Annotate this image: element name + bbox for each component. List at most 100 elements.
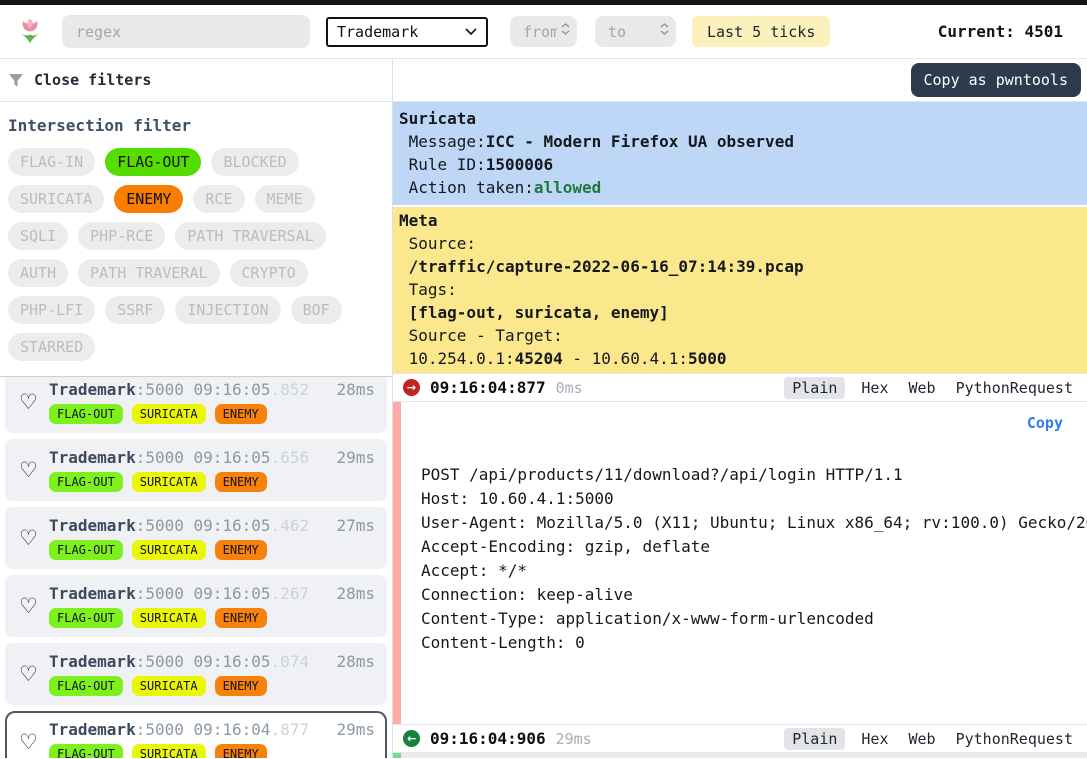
flow-service: Trademark xyxy=(49,584,136,603)
stepper-arrows-icon[interactable] xyxy=(561,23,570,35)
flow-duration: 29ms xyxy=(336,720,375,739)
copy-as-pwntools-button[interactable]: Copy as pwntools xyxy=(910,63,1081,97)
response-tab-plain[interactable]: Plain xyxy=(784,727,846,750)
filter-tag-php-lfi[interactable]: PHP-LFI xyxy=(8,296,96,324)
flow-tag-suricata: SURICATA xyxy=(131,744,206,758)
detail-panel: Copy as pwntools Suricata Message:ICC - … xyxy=(393,59,1087,758)
suricata-message: ICC - Modern Firefox UA observed xyxy=(485,132,794,151)
flow-port-time: :5000 09:16:05 xyxy=(135,516,271,535)
response-body-edge xyxy=(393,753,1087,758)
favorite-heart-icon[interactable]: ♡ xyxy=(19,662,49,686)
filter-tag-flag-out[interactable]: FLAG-OUT xyxy=(105,148,202,176)
flow-item[interactable]: ♡ Trademark:5000 09:16:05.074 28ms FLAG-OUT… xyxy=(5,643,387,705)
flow-tag-flag-out: FLAG-OUT xyxy=(49,472,123,492)
flow-port-time: :5000 09:16:04 xyxy=(135,720,271,739)
suricata-rule-row: Rule ID:1500006 xyxy=(399,155,554,174)
flow-time-fraction: .074 xyxy=(270,652,310,671)
flow-service: Trademark xyxy=(49,652,136,671)
intersection-filter-panel: Intersection filter FLAG-IN FLAG-OUT BLOCK… xyxy=(0,102,392,377)
flow-item[interactable]: ♡ Trademark:5000 09:16:05.852 28ms FLAG-OUT… xyxy=(5,377,387,433)
flow-port-time: :5000 09:16:05 xyxy=(135,448,271,467)
flow-item[interactable]: ♡ Trademark:5000 09:16:05.267 28ms FLAG-OUT… xyxy=(5,575,387,637)
filter-tag-bof[interactable]: BOF xyxy=(290,296,342,324)
flow-port-time: :5000 09:16:05 xyxy=(135,584,271,603)
flow-port-time: :5000 09:16:05 xyxy=(135,652,271,671)
service-select[interactable]: Trademark xyxy=(326,16,488,47)
filter-tag-auth[interactable]: AUTH xyxy=(8,259,69,287)
request-tab-hex[interactable]: Hex xyxy=(857,377,892,399)
favorite-heart-icon[interactable]: ♡ xyxy=(19,458,49,482)
filter-tag-injection[interactable]: INJECTION xyxy=(175,296,281,324)
tick-to-wrap xyxy=(595,16,676,47)
flow-tag-enemy: ENEMY xyxy=(214,608,267,628)
response-tab-pythonrequest[interactable]: PythonRequest xyxy=(952,728,1077,750)
flow-service: Trademark xyxy=(49,720,136,739)
request-body-panel: Copy POST /api/products/11/download?/api… xyxy=(393,402,1087,724)
flow-item[interactable]: ♡ Trademark:5000 09:16:05.462 27ms FLAG-OUT… xyxy=(5,507,387,569)
tick-from-wrap xyxy=(510,16,577,47)
service-select-value: Trademark xyxy=(337,22,419,41)
flow-tag-enemy: ENEMY xyxy=(214,676,267,696)
flow-duration: 27ms xyxy=(336,516,375,535)
flow-time-fraction: .852 xyxy=(270,380,310,399)
request-tab-web[interactable]: Web xyxy=(905,377,940,399)
filter-tag-path-traveral[interactable]: PATH TRAVERAL xyxy=(78,259,220,287)
response-time: 09:16:04:906 xyxy=(430,729,546,748)
favorite-heart-icon[interactable]: ♡ xyxy=(19,390,49,414)
detail-header: Copy as pwntools xyxy=(393,59,1087,102)
suricata-message-row: Message:ICC - Modern Firefox UA observed xyxy=(399,132,794,151)
filter-tag-crypto[interactable]: CRYPTO xyxy=(229,259,308,287)
filter-tag-path-traversal[interactable]: PATH TRAVERSAL xyxy=(175,222,326,250)
flow-port-time: :5000 09:16:05 xyxy=(135,380,271,399)
main-area: Close filters Intersection filter FLAG-I… xyxy=(0,59,1087,758)
flow-list: ♡ Trademark:5000 09:16:05.852 28ms FLAG-OUT… xyxy=(0,377,392,758)
flow-time-fraction: .267 xyxy=(270,584,310,603)
meta-tags-label: Tags: xyxy=(399,280,457,299)
flow-tag-row: FLAG-OUT SURICATA ENEMY xyxy=(49,404,375,424)
filter-tag-php-rce[interactable]: PHP-RCE xyxy=(78,222,166,250)
favorite-heart-icon[interactable]: ♡ xyxy=(19,526,49,550)
request-content: POST /api/products/11/download?/api/logi… xyxy=(421,465,1087,652)
filter-funnel-icon xyxy=(9,73,23,87)
filter-tag-meme[interactable]: MEME xyxy=(254,185,315,213)
favorite-heart-icon[interactable]: ♡ xyxy=(19,730,49,754)
response-tab-hex[interactable]: Hex xyxy=(857,728,892,750)
close-filters-label: Close filters xyxy=(34,71,152,89)
suricata-panel: Suricata Message:ICC - Modern Firefox UA… xyxy=(393,102,1087,205)
last-5-ticks-button[interactable]: Last 5 ticks xyxy=(692,16,831,47)
flow-tag-flag-out: FLAG-OUT xyxy=(49,676,123,696)
filter-tag-blocked[interactable]: BLOCKED xyxy=(211,148,299,176)
copy-link[interactable]: Copy xyxy=(1027,414,1063,432)
toolbar: Trademark Last 5 ticks Current: 4501 xyxy=(0,5,1087,59)
flow-tag-row: FLAG-OUT SURICATA ENEMY xyxy=(49,472,375,492)
flow-tag-row: FLAG-OUT SURICATA ENEMY xyxy=(49,676,375,696)
flow-time-fraction: .656 xyxy=(270,448,310,467)
flow-item[interactable]: ♡ Trademark:5000 09:16:05.656 29ms FLAG-OUT… xyxy=(5,439,387,501)
filter-tag-starred[interactable]: STARRED xyxy=(8,333,96,361)
flow-item[interactable]: ♡ Trademark:5000 09:16:04.877 29ms FLAG-OUT… xyxy=(5,711,387,758)
filter-tag-enemy[interactable]: ENEMY xyxy=(114,185,184,213)
stepper-arrows-icon[interactable] xyxy=(660,23,669,35)
flow-tag-suricata: SURICATA xyxy=(131,404,206,424)
flow-tag-flag-out: FLAG-OUT xyxy=(49,540,123,560)
meta-src-dst-value: 10.254.0.1:45204 - 10.60.4.1:5000 xyxy=(399,349,727,368)
request-tab-pythonrequest[interactable]: PythonRequest xyxy=(952,377,1077,399)
suricata-action: allowed xyxy=(533,178,602,197)
regex-search-input[interactable] xyxy=(62,15,310,48)
flow-duration: 28ms xyxy=(336,380,375,399)
filter-tag-sqli[interactable]: SQLI xyxy=(8,222,69,250)
filter-tag-ssrf[interactable]: SSRF xyxy=(105,296,166,324)
close-filters-button[interactable]: Close filters xyxy=(0,59,392,102)
favorite-heart-icon[interactable]: ♡ xyxy=(19,594,49,618)
response-tab-web[interactable]: Web xyxy=(905,728,940,750)
flow-service: Trademark xyxy=(49,380,136,399)
flow-tag-row: FLAG-OUT SURICATA ENEMY xyxy=(49,540,375,560)
filter-tag-flag-in[interactable]: FLAG-IN xyxy=(8,148,96,176)
flow-time-fraction: .877 xyxy=(270,720,310,739)
meta-source-value: /traffic/capture-2022-06-16_07:14:39.pca… xyxy=(399,257,804,276)
filter-tag-rce[interactable]: RCE xyxy=(193,185,245,213)
incoming-arrow-icon: → xyxy=(403,730,420,747)
tulip-logo-icon xyxy=(16,18,44,46)
request-tab-plain[interactable]: Plain xyxy=(784,376,846,399)
filter-tag-suricata[interactable]: SURICATA xyxy=(8,185,105,213)
